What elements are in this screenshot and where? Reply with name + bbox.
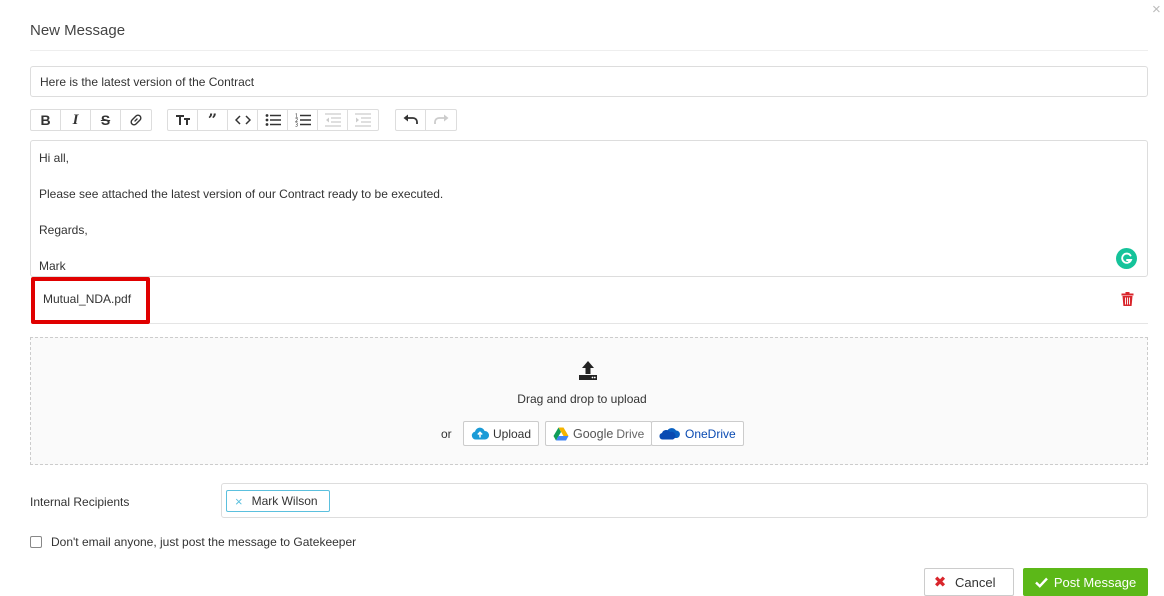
redo-icon — [434, 114, 449, 124]
post-message-label: Post Message — [1053, 574, 1137, 590]
recipient-chip-label: Mark Wilson — [251, 494, 318, 508]
or-label: or — [441, 427, 452, 441]
bold-icon: B — [40, 112, 51, 128]
drag-drop-label: Drag and drop to upload — [517, 392, 647, 406]
numbered-list-button[interactable]: 123 — [288, 110, 318, 130]
grammarly-button[interactable] — [1116, 248, 1137, 269]
block-group: ” 123 — [167, 109, 379, 131]
strikethrough-button[interactable]: S — [91, 110, 121, 130]
attachment-divider — [150, 323, 1148, 324]
cancel-x-icon: ✖ — [933, 574, 947, 591]
italic-icon: I — [72, 111, 79, 128]
onedrive-button[interactable]: OneDrive — [651, 421, 744, 446]
onedrive-cloud-icon — [659, 428, 680, 440]
cancel-button-label: Cancel — [955, 574, 996, 590]
strikethrough-icon: S — [100, 112, 111, 128]
subject-input[interactable] — [30, 66, 1148, 97]
undo-button[interactable] — [396, 110, 426, 130]
outdent-icon — [324, 113, 341, 127]
code-button[interactable] — [228, 110, 258, 130]
delete-attachment-button[interactable] — [1121, 292, 1134, 309]
cloud-upload-icon — [471, 427, 489, 440]
bullet-list-button[interactable] — [258, 110, 288, 130]
heading-icon — [175, 115, 190, 125]
google-drive-icon — [553, 427, 569, 440]
no-email-label: Don't email anyone, just post the messag… — [51, 535, 357, 549]
heading-button[interactable] — [168, 110, 198, 130]
editor-line: Hi all, — [39, 151, 70, 165]
bullet-list-icon — [265, 114, 281, 126]
google-drive-suffix: Drive — [616, 426, 645, 441]
onedrive-label: OneDrive — [685, 426, 736, 441]
no-email-checkbox[interactable] — [30, 536, 42, 548]
editor-line: Regards, — [39, 223, 88, 237]
recipient-chip: × Mark Wilson — [226, 490, 330, 512]
outdent-button[interactable] — [318, 110, 348, 130]
blockquote-icon: ” — [207, 110, 218, 129]
checkmark-icon — [1034, 577, 1048, 588]
no-email-option[interactable]: Don't email anyone, just post the messag… — [30, 535, 356, 549]
recipients-input[interactable] — [221, 483, 1148, 518]
indent-icon — [355, 113, 371, 127]
bold-button[interactable]: B — [31, 110, 61, 130]
attachment-filename[interactable]: Mutual_NDA.pdf — [43, 292, 131, 306]
numbered-list-icon: 123 — [295, 114, 311, 128]
editor-line: Please see attached the latest version o… — [39, 187, 444, 201]
cancel-button[interactable]: ✖ Cancel — [924, 568, 1014, 596]
upload-button-label: Upload — [493, 426, 532, 441]
google-drive-button[interactable]: Google Drive — [545, 421, 653, 446]
post-message-button[interactable]: Post Message — [1023, 568, 1148, 596]
message-body-editor[interactable]: Hi all, Please see attached the latest v… — [30, 140, 1148, 277]
italic-button[interactable]: I — [61, 110, 91, 130]
dialog-title: New Message — [30, 22, 126, 39]
format-group: B I S — [30, 109, 152, 131]
redo-button[interactable] — [426, 110, 456, 130]
editor-line: Mark — [39, 259, 66, 273]
remove-recipient-button[interactable]: × — [235, 494, 243, 509]
undo-icon — [403, 114, 418, 124]
grammarly-icon — [1121, 252, 1133, 264]
google-drive-label: Google — [573, 426, 614, 441]
svg-text:3: 3 — [295, 123, 298, 128]
upload-tray-icon — [578, 360, 598, 384]
blockquote-button[interactable]: ” — [198, 110, 228, 130]
upload-button[interactable]: Upload — [463, 421, 540, 446]
code-icon — [234, 115, 251, 125]
indent-button[interactable] — [348, 110, 378, 130]
close-dialog-button[interactable]: × — [1152, 2, 1161, 18]
internal-recipients-label: Internal Recipients — [30, 495, 130, 509]
trash-icon — [1121, 292, 1134, 306]
history-group — [395, 109, 457, 131]
link-icon — [130, 114, 142, 126]
title-divider — [30, 50, 1148, 51]
link-button[interactable] — [121, 110, 151, 130]
